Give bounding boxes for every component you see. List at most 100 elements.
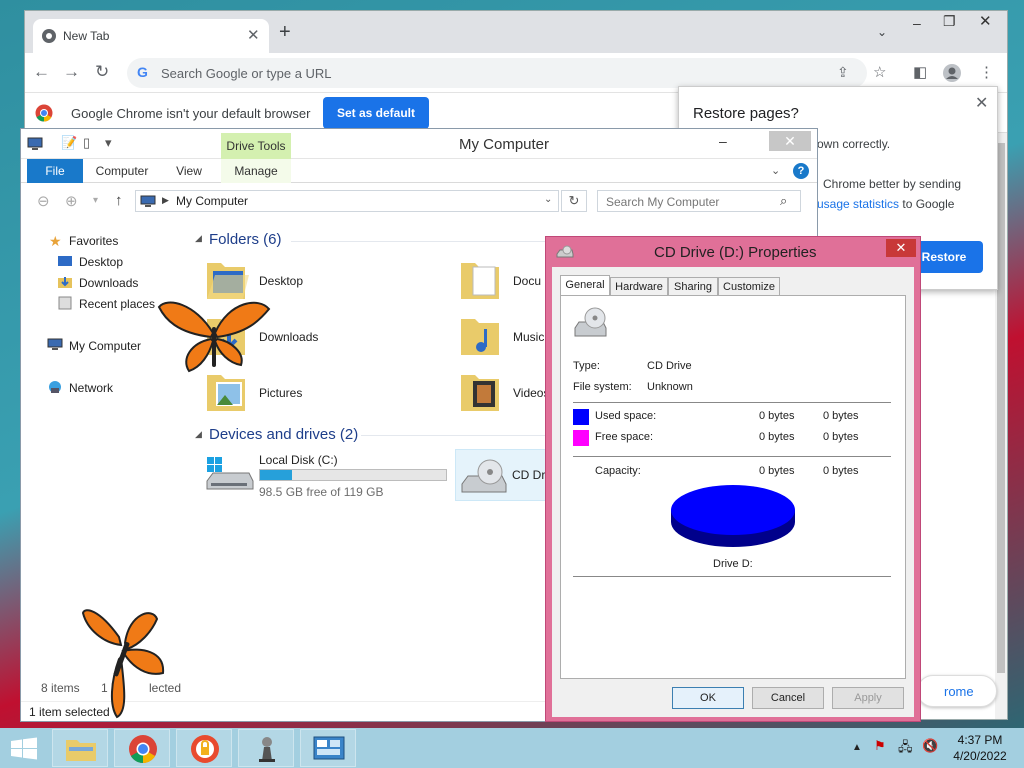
usage-statistics-link[interactable]: usage statistics: [817, 197, 899, 211]
drive-caption: Drive D:: [713, 558, 753, 570]
documents-folder-icon[interactable]: [459, 255, 503, 303]
omnibox[interactable]: G Search Google or type a URL ⇪: [127, 58, 867, 88]
restore-text-line3: usage statistics to Google: [817, 197, 954, 211]
address-bar[interactable]: ▶ My Computer ⌄: [135, 190, 559, 212]
tab-new-tab[interactable]: New Tab ✕: [33, 19, 269, 53]
nav-desktop[interactable]: Desktop: [79, 255, 123, 269]
nav-recent-places[interactable]: Recent places: [79, 297, 155, 311]
side-panel-icon[interactable]: ◧: [913, 63, 927, 81]
tab-sharing[interactable]: Sharing: [668, 277, 718, 297]
local-disk-name[interactable]: Local Disk (C:): [259, 453, 338, 467]
folder-documents-label[interactable]: Docu: [513, 274, 541, 288]
up-icon[interactable]: ↑: [115, 192, 123, 209]
tab-view[interactable]: View: [165, 159, 213, 183]
forward-icon[interactable]: →: [63, 62, 80, 82]
apply-button[interactable]: Apply: [832, 687, 904, 709]
collapse-ribbon-icon[interactable]: ⌄: [771, 164, 780, 177]
back-icon[interactable]: ←: [33, 62, 50, 82]
taskbar-secure-browser[interactable]: [176, 729, 232, 767]
customize-chrome-button[interactable]: rome: [917, 675, 997, 707]
tab-close-icon[interactable]: ✕: [247, 26, 260, 44]
bookmark-star-icon[interactable]: ☆: [873, 63, 886, 81]
nav-favorites[interactable]: Favorites: [69, 234, 118, 248]
minimize-button[interactable]: –: [913, 15, 921, 31]
cd-drive-large-icon: [574, 307, 607, 337]
restore-text-line3-tail: to Google: [899, 197, 955, 211]
profile-avatar-icon[interactable]: [943, 64, 961, 82]
explorer-minimize-button[interactable]: –: [719, 133, 727, 149]
help-icon[interactable]: ?: [793, 163, 809, 179]
forward-icon[interactable]: ⊕: [65, 192, 78, 210]
search-icon: ⌕: [780, 193, 788, 208]
devices-group-header[interactable]: Devices and drives (2): [209, 426, 358, 443]
restore-text-line1: own correctly.: [817, 137, 891, 151]
menu-kebab-icon[interactable]: ⋮: [979, 63, 994, 81]
folder-desktop-label[interactable]: Desktop: [259, 274, 303, 288]
cd-drive-tile[interactable]: CD Dri: [455, 449, 555, 501]
secure-browser-icon: [191, 735, 219, 763]
show-hidden-icons-icon[interactable]: ▲: [852, 742, 862, 753]
start-windows-icon[interactable]: [10, 737, 38, 761]
tab-computer[interactable]: Computer: [91, 159, 153, 183]
share-icon[interactable]: ⇪: [837, 64, 849, 81]
downloads-icon: [58, 277, 72, 288]
tab-manage[interactable]: Manage: [221, 159, 291, 183]
search-input[interactable]: Search My Computer ⌕: [597, 190, 801, 212]
free-space-label: Free space:: [595, 431, 654, 443]
item-count: 8 items: [41, 681, 80, 695]
properties-quick-icon[interactable]: 📝: [61, 135, 77, 151]
collapse-folders-icon[interactable]: ◢: [195, 233, 202, 244]
ok-button[interactable]: OK: [672, 687, 744, 709]
refresh-button[interactable]: ↻: [561, 190, 587, 212]
tab-hardware[interactable]: Hardware: [610, 277, 668, 297]
back-icon[interactable]: ⊖: [37, 192, 50, 210]
collapse-devices-icon[interactable]: ◢: [195, 429, 202, 440]
cancel-button[interactable]: Cancel: [752, 687, 824, 709]
taskbar-chess[interactable]: [238, 729, 294, 767]
clock-date[interactable]: 4/20/2022: [950, 749, 1010, 763]
reload-icon[interactable]: ↻: [95, 62, 109, 82]
file-explorer-icon: [66, 740, 96, 761]
local-disk-icon[interactable]: [205, 455, 255, 495]
file-system-label: File system:: [573, 381, 632, 393]
taskbar-explorer[interactable]: [52, 729, 108, 767]
network-tray-icon[interactable]: 🖧: [898, 738, 913, 760]
scrollbar-thumb[interactable]: [997, 143, 1005, 673]
cd-drive-name: CD Dri: [512, 468, 548, 482]
nav-network[interactable]: Network: [69, 381, 113, 395]
nav-downloads[interactable]: Downloads: [79, 276, 138, 290]
folders-group-header[interactable]: Folders (6): [209, 231, 282, 248]
explorer-close-button[interactable]: ✕: [769, 131, 811, 151]
new-tab-button[interactable]: +: [279, 21, 291, 44]
general-tab-panel: Type: CD Drive File system: Unknown Used…: [560, 295, 906, 679]
tab-customize[interactable]: Customize: [718, 277, 780, 297]
volume-muted-icon[interactable]: 🔇: [922, 738, 938, 754]
taskbar-chrome[interactable]: [114, 729, 170, 767]
cd-drive-icon: [461, 459, 507, 493]
properties-close-button[interactable]: ✕: [886, 239, 916, 257]
local-disk-free-text: 98.5 GB free of 119 GB: [259, 485, 384, 499]
restore-window-button[interactable]: ❐: [943, 13, 956, 30]
cd-drive-properties-dialog: CD Drive (D:) Properties ✕ General Hardw…: [545, 236, 921, 722]
music-folder-icon[interactable]: [459, 311, 503, 359]
tab-file[interactable]: File: [27, 159, 83, 183]
tab-general[interactable]: General: [560, 275, 610, 296]
nav-my-computer[interactable]: My Computer: [69, 339, 141, 353]
new-folder-quick-icon[interactable]: ▯: [83, 135, 90, 151]
desktop-folder-icon[interactable]: [205, 255, 249, 303]
taskbar-control-panel[interactable]: [300, 729, 356, 767]
videos-folder-icon[interactable]: [459, 367, 503, 415]
recent-locations-icon[interactable]: ▾: [93, 195, 98, 206]
close-window-button[interactable]: ✕: [979, 12, 992, 30]
address-dropdown-icon[interactable]: ⌄: [544, 194, 552, 205]
folder-music-label[interactable]: Music: [513, 330, 544, 344]
folder-videos-label[interactable]: Videos: [513, 386, 549, 400]
action-center-flag-icon[interactable]: ⚑: [874, 738, 886, 754]
quick-access-dropdown-icon[interactable]: ▾: [105, 135, 112, 151]
set-as-default-button[interactable]: Set as default: [323, 97, 429, 129]
tab-search-icon[interactable]: ⌄: [877, 25, 887, 39]
restore-close-icon[interactable]: ✕: [975, 93, 988, 113]
folder-pictures-label[interactable]: Pictures: [259, 386, 302, 400]
clock-time[interactable]: 4:37 PM: [950, 733, 1010, 747]
separator: [573, 576, 891, 577]
